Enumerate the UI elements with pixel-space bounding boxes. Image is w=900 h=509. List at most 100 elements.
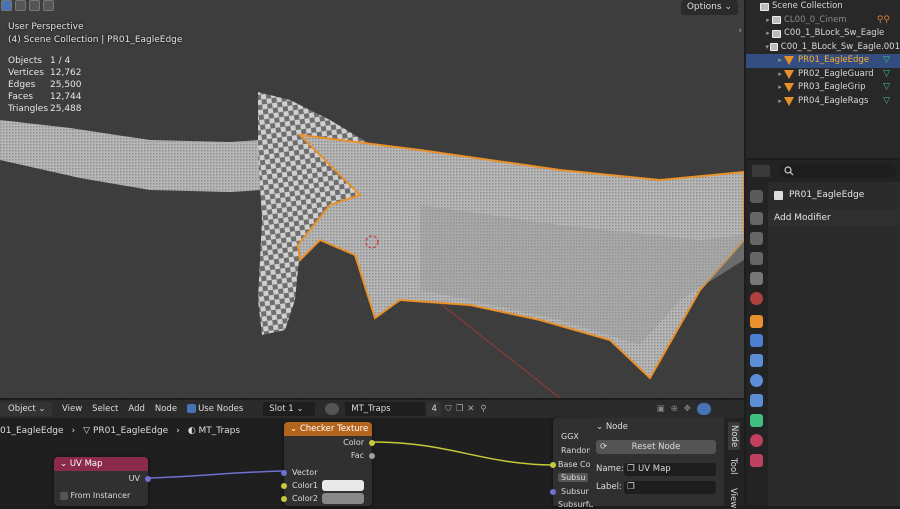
uv-map-node[interactable]: ⌄ UV Map UV From Instancer xyxy=(54,457,151,506)
outliner-row-object[interactable]: ▸ PR01_EagleEdge ▽ xyxy=(746,54,900,68)
node-section-header[interactable]: ⌄ Node xyxy=(596,422,628,432)
stat-row: Vertices 12,762 xyxy=(8,68,82,78)
breadcrumb-object[interactable]: 01_EagleEdge xyxy=(0,426,64,436)
uv-output-socket[interactable] xyxy=(145,476,151,482)
transform-icon[interactable]: ✥ xyxy=(684,404,691,414)
use-nodes-toggle[interactable]: Use Nodes xyxy=(187,404,243,414)
fac-output-socket[interactable] xyxy=(369,453,375,459)
mesh-data-icon[interactable]: ▽ xyxy=(883,54,890,68)
breadcrumb-material[interactable]: ◐ MT_Traps xyxy=(188,426,240,436)
subsurface-radius-socket[interactable] xyxy=(550,489,556,495)
mesh-object-icon xyxy=(784,56,794,66)
user-count[interactable]: 4 xyxy=(427,402,442,416)
checkbox-icon[interactable] xyxy=(60,491,68,500)
outliner-row-object[interactable]: ▸ PR03_EagleGrip ▽ xyxy=(746,81,900,95)
options-button[interactable]: Options ⌄ xyxy=(680,0,738,15)
material-preview-icon[interactable] xyxy=(325,403,340,415)
pin-icon[interactable]: ⚲ xyxy=(480,404,486,414)
color1-socket[interactable] xyxy=(281,483,287,489)
properties-search-input[interactable] xyxy=(780,164,896,178)
principled-bsdf-node[interactable]: GGX Random Base Co Subsu Subsur Subsurfa xyxy=(550,418,594,509)
world-tab-icon[interactable] xyxy=(750,292,763,305)
node-sidebar-panel[interactable]: ⌄ Node ⟳ Reset Node Name: ❐ UV Map Label: … xyxy=(590,418,724,506)
mode-dropdown[interactable]: Object ⌄ xyxy=(0,402,52,416)
menu-add[interactable]: Add xyxy=(128,404,144,414)
mesh-data-icon[interactable]: ▽ xyxy=(883,68,890,82)
editor-type-dropdown[interactable] xyxy=(752,165,770,177)
reset-node-button[interactable]: ⟳ Reset Node xyxy=(596,440,716,454)
tool-tab-icon[interactable] xyxy=(750,190,763,203)
mesh-data-icon[interactable]: ▽ xyxy=(883,81,890,95)
chevron-down-icon[interactable]: ⌄ xyxy=(60,459,70,469)
overlay-icon[interactable]: ▣ xyxy=(657,404,665,414)
add-modifier-button[interactable]: Add Modifier xyxy=(768,210,900,226)
scene-tab-icon[interactable] xyxy=(750,272,763,285)
object-tab-icon[interactable] xyxy=(750,315,763,328)
color2-swatch[interactable] xyxy=(322,493,364,504)
properties-editor[interactable]: PR01_EagleEdge Add Modifier xyxy=(746,160,900,506)
expand-arrow-icon[interactable]: ▸ xyxy=(776,68,784,82)
subsurface-field[interactable]: Subsu xyxy=(558,473,589,482)
viewport-scene[interactable] xyxy=(0,0,744,398)
expand-arrow-icon[interactable]: ▸ xyxy=(776,95,784,109)
node-label-field[interactable]: ❐ xyxy=(624,481,716,494)
expand-arrow-icon[interactable]: ▸ xyxy=(776,81,784,95)
select-box-icon[interactable] xyxy=(1,0,12,11)
tab-node[interactable]: Node xyxy=(728,422,740,451)
breadcrumb-mesh[interactable]: ▽ PR01_EagleEdge xyxy=(83,426,168,436)
node-name-field[interactable]: ❐ UV Map xyxy=(624,463,716,476)
outliner-row-object[interactable]: ▸ PR04_EagleRags ▽ xyxy=(746,95,900,109)
checkbox-icon[interactable] xyxy=(187,404,197,413)
outliner[interactable]: Scene Collection ▸ CL00_0_Cinem ⚲⚲ ▸ C00… xyxy=(746,0,900,158)
select-subtract-icon[interactable] xyxy=(29,0,40,11)
select-extend-icon[interactable] xyxy=(15,0,26,11)
menu-node[interactable]: Node xyxy=(155,404,177,414)
duplicate-icon[interactable]: ❐ xyxy=(456,404,464,414)
base-color-socket[interactable] xyxy=(550,462,556,468)
color1-swatch[interactable] xyxy=(322,480,364,491)
uv-map-node-header[interactable]: ⌄ UV Map xyxy=(54,457,148,471)
select-intersect-icon[interactable] xyxy=(43,0,54,11)
texture-tab-icon[interactable] xyxy=(750,454,763,467)
sidebar-toggle-icon[interactable]: ‹ xyxy=(738,26,742,36)
tab-tool[interactable]: Tool xyxy=(728,458,738,475)
checker-node-header[interactable]: ⌄ Checker Texture xyxy=(284,422,372,436)
shading-toggle-icon[interactable] xyxy=(696,403,711,415)
expand-arrow-icon[interactable]: ▸ xyxy=(764,27,772,41)
color2-socket[interactable] xyxy=(281,496,287,502)
particles-tab-icon[interactable] xyxy=(750,354,763,367)
outliner-row-object[interactable]: ▸ PR02_EagleGuard ▽ xyxy=(746,68,900,82)
fake-user-icon[interactable]: ⛉ xyxy=(445,404,451,414)
chevron-down-icon[interactable]: ⌄ xyxy=(290,424,300,434)
distribution-dropdown[interactable]: GGX xyxy=(561,432,579,441)
material-name-field[interactable]: MT_Traps xyxy=(345,402,426,416)
checker-texture-node[interactable]: ⌄ Checker Texture Color Fac Vector Color… xyxy=(281,422,375,506)
view-layer-tab-icon[interactable] xyxy=(750,252,763,265)
vector-input-socket[interactable] xyxy=(281,470,287,476)
render-tab-icon[interactable] xyxy=(750,212,763,225)
output-tab-icon[interactable] xyxy=(750,232,763,245)
tab-view[interactable]: View xyxy=(728,488,738,508)
outliner-row-scene-collection[interactable]: Scene Collection xyxy=(746,0,900,14)
close-icon[interactable]: ✕ xyxy=(467,404,474,414)
outliner-row-collection[interactable]: ▸ CL00_0_Cinem ⚲⚲ xyxy=(746,14,900,28)
expand-arrow-icon[interactable]: ▸ xyxy=(776,54,784,68)
3d-viewport[interactable]: User Perspective (4) Scene Collection | … xyxy=(0,0,744,398)
modifier-tab-icon[interactable] xyxy=(750,334,763,347)
context-label: (4) Scene Collection | PR01_EagleEdge xyxy=(8,35,183,45)
snap-icon[interactable]: ⊕ xyxy=(671,404,678,414)
constraints-tab-icon[interactable] xyxy=(750,394,763,407)
expand-arrow-icon[interactable]: ▸ xyxy=(764,14,772,28)
collection-icon xyxy=(770,43,778,52)
slot-dropdown[interactable]: Slot 1 ⌄ xyxy=(263,402,316,416)
physics-tab-icon[interactable] xyxy=(750,374,763,387)
from-instancer-checkbox[interactable]: From Instancer xyxy=(60,491,130,500)
material-tab-icon[interactable] xyxy=(750,434,763,447)
outliner-row-collection[interactable]: ▾ C00_1_BLock_Sw_Eagle.001 xyxy=(746,41,900,55)
data-tab-icon[interactable] xyxy=(750,414,763,427)
outliner-row-collection[interactable]: ▸ C00_1_BLock_Sw_Eagle xyxy=(746,27,900,41)
color-output-socket[interactable] xyxy=(369,440,375,446)
mesh-data-icon[interactable]: ▽ xyxy=(883,95,890,109)
menu-select[interactable]: Select xyxy=(92,404,118,414)
menu-view[interactable]: View xyxy=(62,404,82,414)
